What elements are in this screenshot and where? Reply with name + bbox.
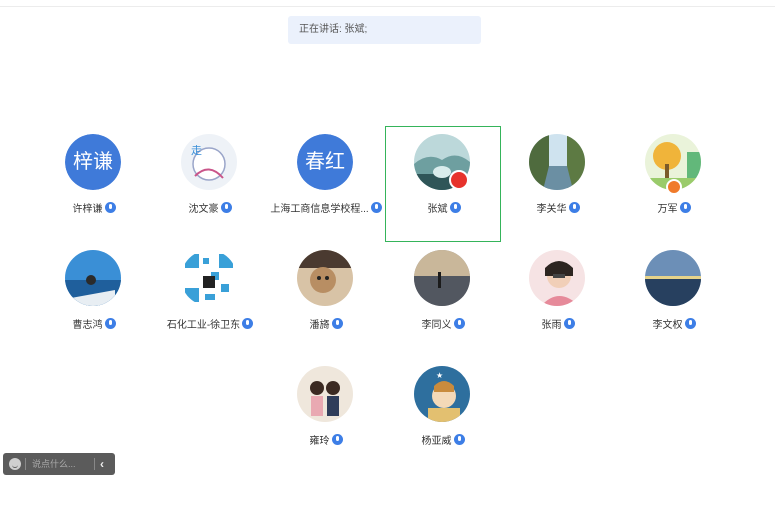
avatar xyxy=(297,366,353,422)
mic-icon[interactable] xyxy=(449,202,461,213)
mic-icon[interactable] xyxy=(684,318,696,329)
participant-tile[interactable]: 张雨 xyxy=(500,242,616,358)
participant-tile[interactable]: 潘旖 xyxy=(268,242,384,358)
participant-tile[interactable]: 走 沈文豪 xyxy=(152,126,268,242)
participant-name: 张斌 xyxy=(427,204,448,215)
participant-tile[interactable]: ★ 杨亚威 xyxy=(385,358,501,474)
avatar xyxy=(414,250,470,306)
participant-name: 李同义 xyxy=(421,320,452,331)
divider xyxy=(94,458,95,470)
avatar: 走 xyxy=(181,134,237,190)
speaking-banner: 正在讲话: 张斌; xyxy=(288,16,481,44)
avatar xyxy=(529,250,585,306)
mic-icon[interactable] xyxy=(453,318,465,329)
chat-input-placeholder[interactable]: 说点什么... xyxy=(32,453,76,475)
mic-icon[interactable] xyxy=(104,202,116,213)
avatar xyxy=(645,250,701,306)
mic-icon[interactable] xyxy=(568,202,580,213)
flag-icon xyxy=(449,170,469,190)
top-divider xyxy=(0,0,775,7)
avatar: ★ xyxy=(414,366,470,422)
participant-tile[interactable]: 李同义 xyxy=(385,242,501,358)
svg-text:★: ★ xyxy=(436,371,443,380)
participant-name: 石化工业-徐卫东 xyxy=(166,320,241,331)
participant-name: 万军 xyxy=(657,204,678,215)
participant-name: 李文权 xyxy=(652,320,683,331)
participant-tile[interactable]: 石化工业-徐卫东 xyxy=(152,242,268,358)
participant-tile[interactable]: 李文权 xyxy=(616,242,732,358)
mic-icon[interactable] xyxy=(563,318,575,329)
participant-name: 潘旖 xyxy=(309,320,330,331)
mic-icon[interactable] xyxy=(242,318,254,329)
participant-name: 杨亚威 xyxy=(421,436,452,447)
chat-input-bar[interactable]: 说点什么... ‹ xyxy=(3,453,115,475)
mic-icon[interactable] xyxy=(331,434,343,445)
user-badge-icon xyxy=(666,179,682,195)
participant-name: 张雨 xyxy=(541,320,562,331)
mic-icon[interactable] xyxy=(104,318,116,329)
participant-tile[interactable]: 曹志鸿 xyxy=(36,242,152,358)
participant-name: 许梓谦 xyxy=(72,204,103,215)
participant-tile[interactable]: 雍玲 xyxy=(268,358,384,474)
participant-name: 李关华 xyxy=(536,204,567,215)
participant-name: 雍玲 xyxy=(309,436,330,447)
participant-tile[interactable]: 李关华 xyxy=(500,126,616,242)
participant-tile[interactable]: 万军 xyxy=(616,126,732,242)
participant-tile[interactable]: 春红 上海工商信息学校程... xyxy=(268,126,384,242)
collapse-chevron-icon[interactable]: ‹ xyxy=(100,453,104,475)
avatar: 春红 xyxy=(297,134,353,190)
mic-icon[interactable] xyxy=(220,202,232,213)
mic-icon[interactable] xyxy=(453,434,465,445)
emoji-icon[interactable] xyxy=(9,458,21,470)
avatar: 梓谦 xyxy=(65,134,121,190)
participant-tile-speaking[interactable]: 张斌 xyxy=(385,126,501,242)
divider xyxy=(25,458,26,470)
participant-name: 曹志鸿 xyxy=(72,320,103,331)
mic-icon[interactable] xyxy=(331,318,343,329)
mic-icon[interactable] xyxy=(679,202,691,213)
participant-name: 上海工商信息学校程... xyxy=(270,204,369,215)
avatar xyxy=(65,250,121,306)
avatar xyxy=(297,250,353,306)
participant-name: 沈文豪 xyxy=(188,204,219,215)
avatar xyxy=(181,250,237,306)
mic-icon[interactable] xyxy=(370,202,382,213)
svg-text:走: 走 xyxy=(191,144,202,157)
avatar xyxy=(529,134,585,190)
participant-tile[interactable]: 梓谦 许梓谦 xyxy=(36,126,152,242)
